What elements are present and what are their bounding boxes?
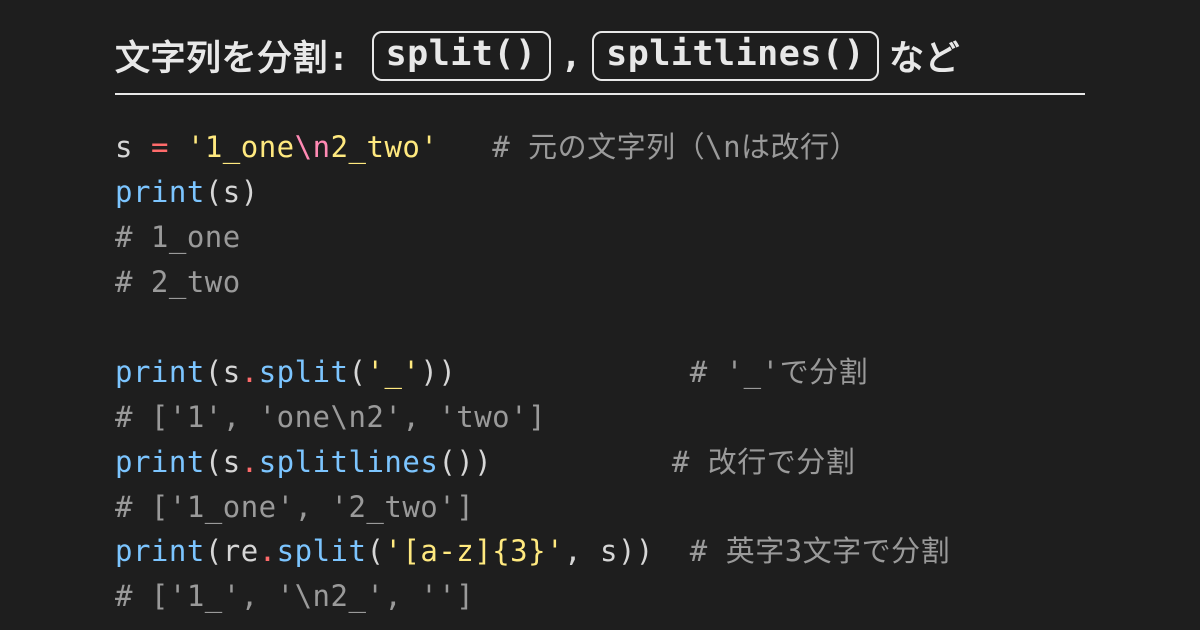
code-call: splitlines: [259, 445, 439, 479]
code-str: '_': [367, 355, 421, 389]
code-comment: # ['1', 'one\n2', 'two']: [115, 400, 546, 434]
code-var: s: [223, 445, 241, 479]
code-block: s = '1_one\n2_two' # 元の文字列（\nは改行） print(…: [115, 125, 1085, 619]
code-pad: [456, 355, 689, 389]
code-str: 2_two': [331, 130, 439, 164]
code-comment: # ['1_', '\n2_', '']: [115, 579, 474, 613]
code-escape: \n: [295, 130, 331, 164]
code-punct: ()): [438, 445, 492, 479]
code-fn: print: [115, 355, 205, 389]
code-punct: (: [205, 445, 223, 479]
code-str: '[a-z]{3}': [384, 534, 564, 568]
title-suffix: など: [889, 30, 960, 81]
code-comment: # 改行で分割: [672, 445, 855, 479]
title-box-split: split(): [372, 31, 551, 81]
code-fn: print: [115, 445, 205, 479]
code-dot: .: [241, 445, 259, 479]
code-punct: ): [241, 175, 259, 209]
code-comment: # 元の文字列（\nは改行）: [492, 130, 859, 164]
code-punct: (: [205, 534, 223, 568]
code-fn: print: [115, 175, 205, 209]
title-box-splitlines: splitlines(): [592, 31, 879, 81]
code-punct: )): [420, 355, 456, 389]
code-punct: (: [349, 355, 367, 389]
code-comment: # 英字3文字で分割: [690, 534, 950, 568]
page-title: 文字列を分割: split() , splitlines() など: [115, 30, 1085, 95]
code-punct: )): [618, 534, 654, 568]
code-comment: # 2_two: [115, 265, 241, 299]
code-var: re: [223, 534, 259, 568]
code-punct: (: [366, 534, 384, 568]
code-var: s: [223, 355, 241, 389]
code-call: split: [277, 534, 367, 568]
code-punct: ,: [564, 534, 600, 568]
code-var: s: [115, 130, 133, 164]
code-var: s: [600, 534, 618, 568]
code-dot: .: [259, 534, 277, 568]
code-comment: # '_'で分割: [690, 355, 868, 389]
code-fn: print: [115, 534, 205, 568]
title-prefix: 文字列を分割:: [115, 30, 350, 81]
code-comment: # 1_one: [115, 220, 241, 254]
code-call: split: [259, 355, 349, 389]
code-dot: .: [241, 355, 259, 389]
code-punct: (: [205, 355, 223, 389]
code-punct: (: [205, 175, 223, 209]
code-comment: # ['1_one', '2_two']: [115, 490, 474, 524]
code-str: '1_one: [187, 130, 295, 164]
title-comma: ,: [561, 36, 583, 76]
code-op: =: [151, 130, 169, 164]
code-pad: [654, 534, 690, 568]
code-var: s: [223, 175, 241, 209]
code-pad: [492, 445, 672, 479]
